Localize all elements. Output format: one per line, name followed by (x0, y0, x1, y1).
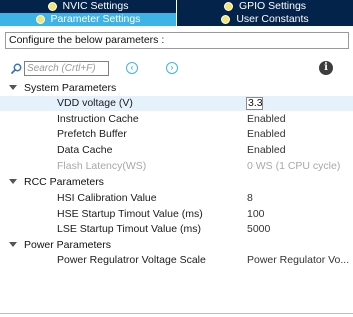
param-value: 100 (247, 208, 265, 220)
param-name: Flash Latency(WS) (57, 160, 147, 172)
param-name: Power Regulatror Voltage Scale (57, 254, 206, 266)
tab-user-constants[interactable]: User Constants (176, 13, 353, 26)
param-value: Power Regulator Vo... (247, 254, 350, 266)
param-value: 5000 (247, 223, 271, 235)
param-row-hsi-calibration[interactable]: HSI Calibration Value 8 (0, 191, 353, 206)
checkmark-dot-icon (47, 2, 57, 11)
panel-bottom-border (0, 313, 353, 314)
search-icon (11, 63, 22, 74)
param-value: Enabled (247, 128, 286, 140)
tab-nvic-settings[interactable]: NVIC Settings (0, 0, 176, 13)
param-row-instruction-cache[interactable]: Instruction Cache Enabled (0, 112, 353, 127)
param-name: HSI Calibration Value (57, 192, 157, 204)
checkmark-dot-icon (35, 15, 45, 24)
param-name: VDD voltage (V) (57, 97, 133, 109)
tab-label: Parameter Settings (50, 13, 141, 25)
category-system-parameters[interactable]: System Parameters (0, 81, 353, 96)
category-label: RCC Parameters (24, 176, 104, 188)
tab-parameter-settings[interactable]: Parameter Settings (0, 13, 176, 26)
vdd-voltage-input[interactable]: 3.3 (246, 97, 263, 110)
tab-gpio-settings[interactable]: GPIO Settings (176, 0, 353, 13)
category-power-parameters[interactable]: Power Parameters (0, 238, 353, 253)
checkmark-dot-icon (221, 15, 231, 24)
tab-row-bottom: Parameter Settings User Constants (0, 13, 353, 26)
param-row-power-regulator-scale[interactable]: Power Regulatror Voltage Scale Power Reg… (0, 253, 353, 268)
chevron-left-icon[interactable]: ‹ (126, 62, 138, 74)
category-label: System Parameters (24, 82, 117, 94)
param-row-prefetch-buffer[interactable]: Prefetch Buffer Enabled (0, 127, 353, 142)
tab-row-top: NVIC Settings GPIO Settings (0, 0, 353, 13)
param-name: LSE Startup Timout Value (ms) (57, 223, 201, 235)
param-value: 8 (247, 192, 253, 204)
chevron-down-icon[interactable] (9, 179, 17, 184)
param-value: 0 WS (1 CPU cycle) (247, 160, 341, 172)
info-icon[interactable]: i (319, 61, 333, 75)
checkmark-dot-icon (223, 2, 233, 11)
param-row-hse-startup-timeout[interactable]: HSE Startup Timout Value (ms) 100 (0, 207, 353, 222)
category-label: Power Parameters (24, 239, 111, 251)
param-name: Instruction Cache (57, 113, 139, 125)
chevron-right-icon[interactable]: › (166, 62, 178, 74)
param-row-lse-startup-timeout[interactable]: LSE Startup Timout Value (ms) 5000 (0, 222, 353, 237)
param-row-data-cache[interactable]: Data Cache Enabled (0, 143, 353, 158)
configure-instructions: Configure the below parameters : (5, 32, 349, 49)
category-rcc-parameters[interactable]: RCC Parameters (0, 175, 353, 190)
param-row-flash-latency: Flash Latency(WS) 0 WS (1 CPU cycle) (0, 159, 353, 174)
tab-label: User Constants (236, 13, 309, 25)
search-input[interactable]: Search (Crtl+F) (24, 61, 109, 76)
param-row-vdd-voltage[interactable]: VDD voltage (V) 3.3 (0, 96, 353, 111)
param-name: Prefetch Buffer (57, 128, 127, 140)
tab-label: GPIO Settings (238, 0, 307, 12)
tab-label: NVIC Settings (62, 0, 129, 12)
param-name: Data Cache (57, 144, 113, 156)
param-value: Enabled (247, 113, 286, 125)
param-name: HSE Startup Timout Value (ms) (57, 208, 203, 220)
param-value: Enabled (247, 144, 286, 156)
chevron-down-icon[interactable] (9, 85, 17, 90)
chevron-down-icon[interactable] (9, 242, 17, 247)
